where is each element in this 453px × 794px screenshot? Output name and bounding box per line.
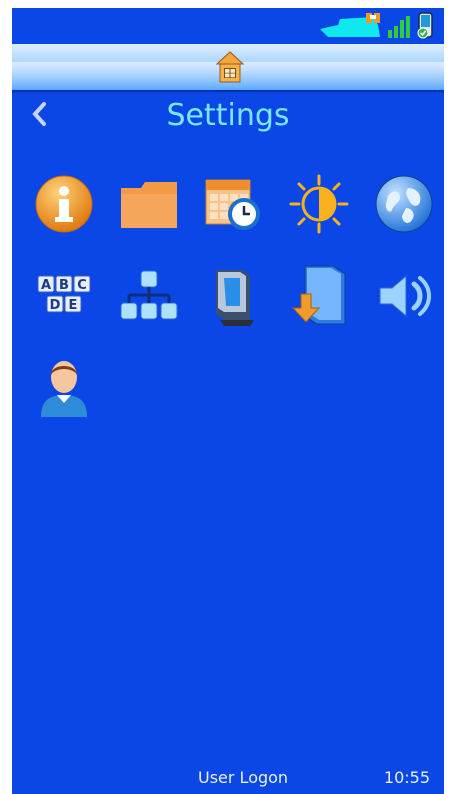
- keyboard-settings-button[interactable]: A B C D E: [32, 264, 96, 328]
- screen: Settings A B C D E User Logon 10:55: [12, 8, 444, 794]
- info-settings-button[interactable]: [32, 172, 96, 236]
- network-settings-button[interactable]: [117, 264, 181, 328]
- audio-settings-button[interactable]: [372, 264, 436, 328]
- brightness-icon: [289, 174, 349, 234]
- download-icon: [291, 265, 346, 325]
- language-settings-button[interactable]: [372, 172, 436, 236]
- calendar-clock-icon: [205, 179, 260, 230]
- bottom-bar: User Logon 10:55: [12, 764, 444, 794]
- user-icon: [41, 361, 87, 417]
- title-bar: Settings: [12, 92, 444, 136]
- printer-settings-button[interactable]: [202, 264, 266, 328]
- svg-text:A: A: [41, 278, 51, 293]
- svg-text:B: B: [59, 278, 69, 293]
- page-title: Settings: [166, 98, 290, 133]
- user-logon-button[interactable]: User Logon: [198, 768, 288, 787]
- user-settings-button[interactable]: [32, 356, 96, 420]
- clock: 10:55: [383, 768, 430, 787]
- network-hierarchy-icon: [120, 270, 178, 320]
- transfer-settings-button[interactable]: [287, 264, 351, 328]
- abcde-keyboard-icon: A B C D E: [37, 275, 91, 313]
- speaker-icon: [379, 274, 431, 318]
- svg-text:C: C: [77, 278, 87, 293]
- remote-device-icon[interactable]: [414, 11, 438, 41]
- status-bar: [12, 8, 444, 44]
- printer-icon: [216, 270, 254, 326]
- info-icon: [35, 175, 93, 233]
- svg-text:E: E: [69, 298, 78, 313]
- folder-icon: [121, 182, 177, 228]
- home-icon[interactable]: [216, 50, 244, 84]
- globe-icon: [375, 175, 433, 233]
- home-bar: [12, 44, 444, 92]
- files-settings-button[interactable]: [117, 172, 181, 236]
- svg-text:D: D: [50, 298, 61, 313]
- banner-icon: [320, 13, 380, 37]
- date-time-settings-button[interactable]: [202, 172, 266, 236]
- brightness-settings-button[interactable]: [287, 172, 351, 236]
- signal-bars-icon: [388, 16, 410, 38]
